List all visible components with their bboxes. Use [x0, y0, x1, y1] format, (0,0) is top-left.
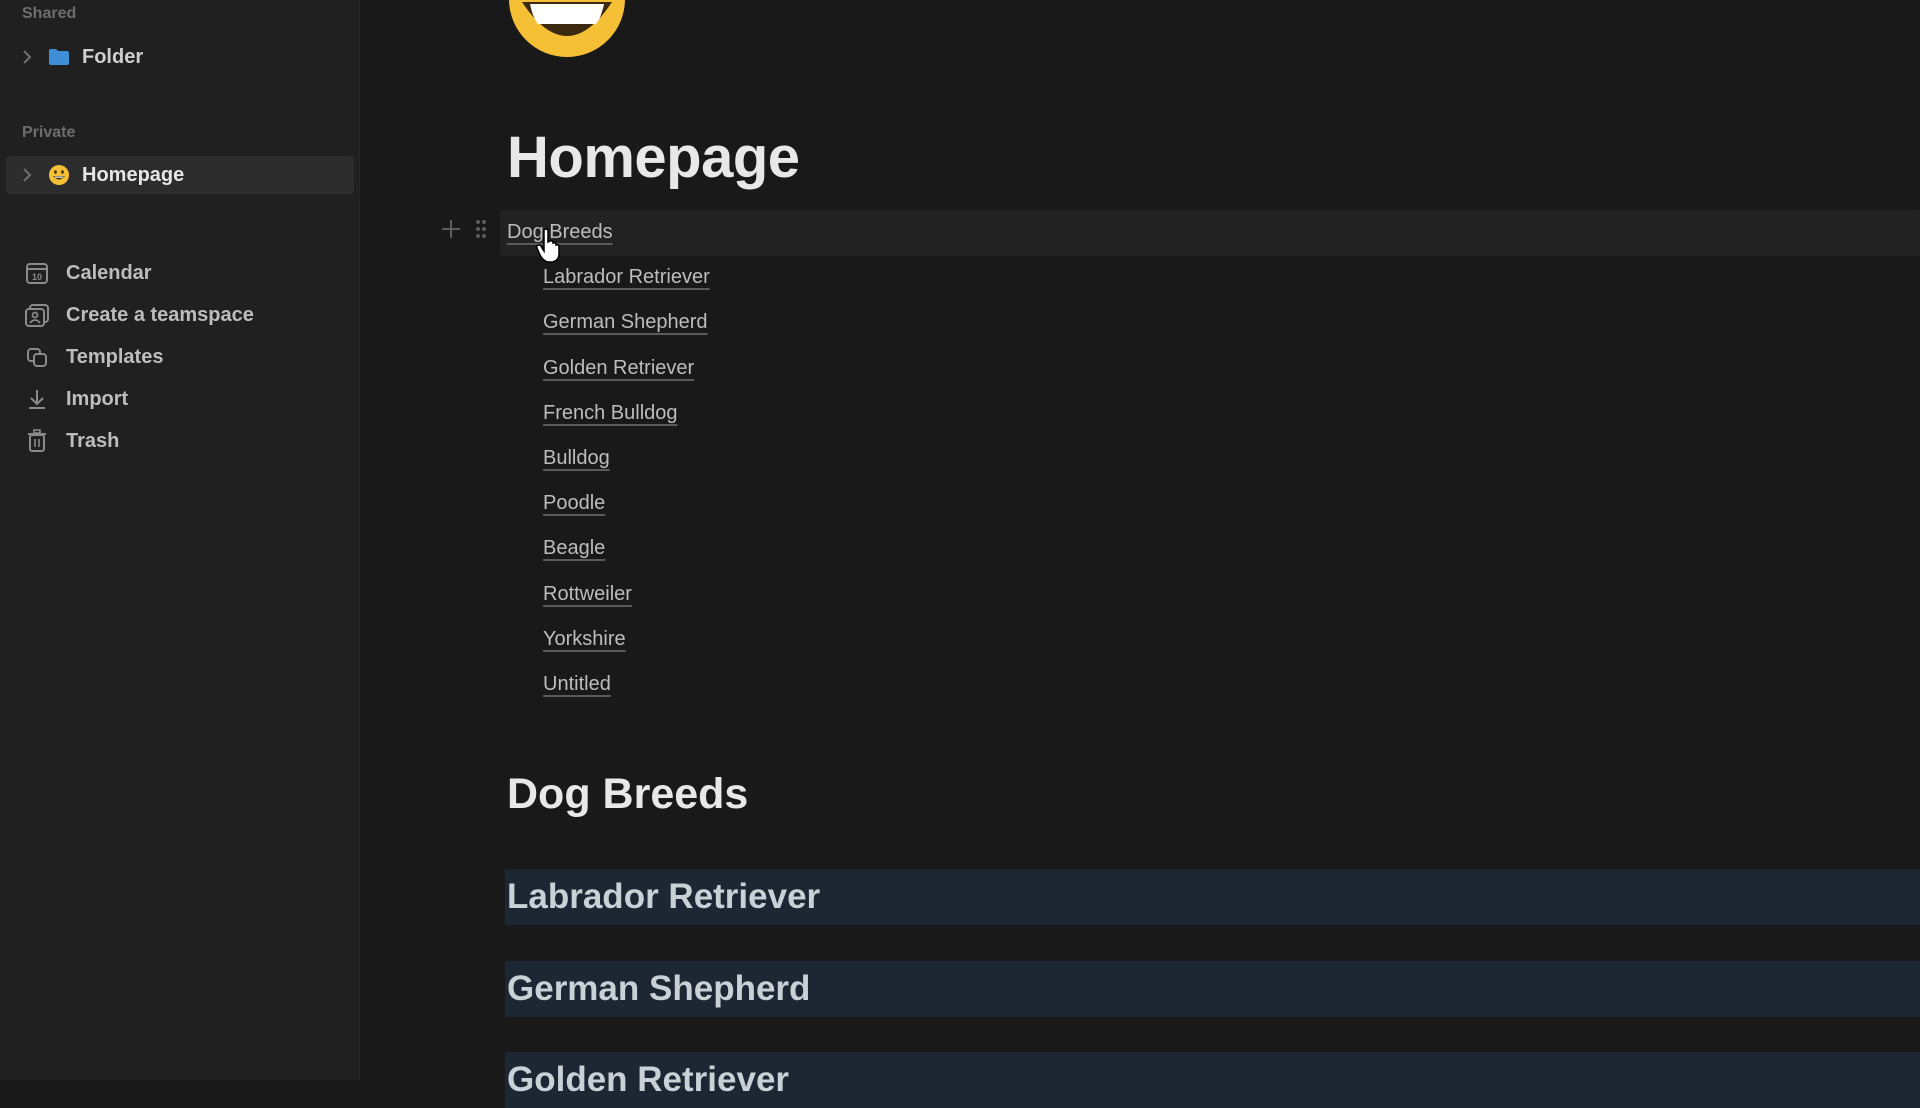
chevron-right-icon[interactable] — [22, 168, 46, 182]
sidebar: Shared Folder Private Homepage 10 Calend… — [0, 0, 360, 1080]
toggle-heading-block[interactable]: German Shepherd — [505, 961, 1920, 1017]
toggle-heading-text[interactable]: Labrador Retriever — [507, 877, 820, 917]
block-controls — [440, 218, 488, 245]
private-section-label: Private — [22, 124, 76, 141]
toc-link[interactable]: German Shepherd — [543, 311, 708, 334]
folder-icon — [46, 46, 72, 68]
block-hover-highlight — [500, 210, 1920, 256]
drag-handle-icon[interactable] — [474, 218, 488, 245]
sidebar-item-label: Import — [66, 387, 129, 410]
templates-icon — [24, 346, 50, 368]
hand-pointer-icon — [536, 228, 562, 269]
grinning-face-icon — [46, 164, 72, 186]
sidebar-item-label: Homepage — [82, 163, 185, 186]
page-title[interactable]: Homepage — [507, 124, 800, 191]
section-heading[interactable]: Dog Breeds — [507, 770, 748, 819]
sidebar-item-homepage[interactable]: Homepage — [6, 156, 354, 194]
toc-link[interactable]: Beagle — [543, 537, 605, 560]
svg-text:10: 10 — [32, 272, 42, 282]
sidebar-item-templates[interactable]: Templates — [6, 338, 354, 376]
toc-link[interactable]: Untitled — [543, 673, 611, 696]
toc-link[interactable]: Yorkshire — [543, 628, 626, 651]
sidebar-item-label: Templates — [66, 345, 164, 368]
import-icon — [24, 388, 50, 410]
toc-link[interactable]: Bulldog — [543, 447, 610, 470]
toc-link[interactable]: Golden Retriever — [543, 357, 694, 380]
toc-link[interactable]: Labrador Retriever — [543, 266, 710, 289]
toc-link[interactable]: Rottweiler — [543, 583, 632, 606]
add-block-icon[interactable] — [440, 218, 462, 245]
toggle-heading-text[interactable]: German Shepherd — [507, 969, 810, 1009]
sidebar-item-calendar[interactable]: 10 Calendar — [6, 254, 354, 292]
teamspace-icon — [24, 304, 50, 327]
sidebar-item-create-teamspace[interactable]: Create a teamspace — [6, 296, 354, 334]
toggle-heading-block[interactable]: Golden Retriever — [505, 1052, 1920, 1108]
sidebar-item-label: Calendar — [66, 261, 152, 284]
toggle-heading-block[interactable]: Labrador Retriever — [505, 869, 1920, 925]
sidebar-item-import[interactable]: Import — [6, 380, 354, 418]
toc-link[interactable]: Poodle — [543, 492, 605, 515]
sidebar-item-label: Trash — [66, 429, 120, 452]
sidebar-item-label: Create a teamspace — [66, 303, 254, 326]
shared-section-label: Shared — [22, 5, 77, 22]
toc-link[interactable]: French Bulldog — [543, 402, 678, 425]
sidebar-item-label: Folder — [82, 45, 144, 68]
trash-icon — [24, 429, 50, 452]
sidebar-item-folder[interactable]: Folder — [6, 38, 354, 76]
chevron-right-icon[interactable] — [22, 50, 46, 64]
toggle-heading-text[interactable]: Golden Retriever — [507, 1060, 789, 1100]
calendar-icon: 10 — [24, 262, 50, 284]
page-emoji-icon[interactable] — [508, 0, 626, 65]
sidebar-item-trash[interactable]: Trash — [6, 422, 354, 460]
